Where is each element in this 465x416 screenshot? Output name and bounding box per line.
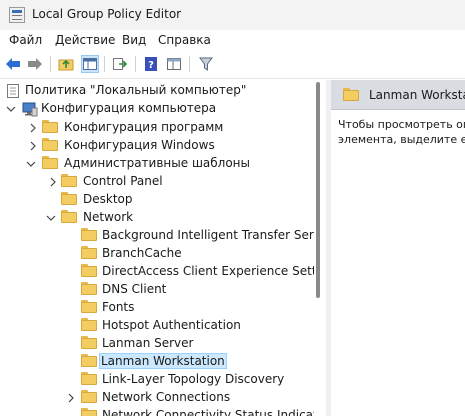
tree-item-dns-client[interactable]: DNS Client xyxy=(0,281,314,299)
tree-item-label: Fonts xyxy=(102,300,135,314)
tree-item-label: Конфигурация Windows xyxy=(64,138,215,152)
menu-file[interactable]: Файл xyxy=(9,33,42,47)
tree-item-label: Desktop xyxy=(83,192,133,206)
toolbar-separator xyxy=(135,56,136,72)
tree-item-software-settings[interactable]: Конфигурация программ xyxy=(0,119,314,137)
chevron-right-icon[interactable] xyxy=(28,141,38,151)
menu-view[interactable]: Вид xyxy=(122,33,146,47)
tree-item-control-panel[interactable]: Control Panel xyxy=(0,173,314,191)
tree-item-bits[interactable]: Background Intelligent Transfer Service xyxy=(0,227,326,245)
tree-item-label: Network Connectivity Status Indicator xyxy=(102,408,326,416)
details-description: Чтобы просмотреть оп элемента, выделите … xyxy=(338,117,465,147)
tree-item-label: Политика "Локальный компьютер" xyxy=(25,83,247,97)
forward-icon[interactable] xyxy=(26,55,44,73)
tree-item-label: Конфигурация программ xyxy=(64,120,224,134)
tree-item-admin-templates[interactable]: Административные шаблоны xyxy=(0,155,314,173)
group-policy-editor-icon xyxy=(9,7,25,23)
console-tree: Политика "Локальный компьютер" Конфигура… xyxy=(0,80,326,416)
title-bar: Local Group Policy Editor xyxy=(0,0,465,30)
chevron-down-icon[interactable] xyxy=(26,159,36,169)
svg-text:?: ? xyxy=(148,60,154,71)
tree-item-label: Network xyxy=(83,210,134,224)
back-icon[interactable] xyxy=(4,55,22,73)
tree-item-label: Lanman Workstation xyxy=(99,353,227,369)
details-title: Lanman Workstatio xyxy=(369,88,465,102)
tree-item-hotspot-auth[interactable]: Hotspot Authentication xyxy=(0,317,314,335)
tree-item-label: Hotspot Authentication xyxy=(102,318,241,332)
help-icon[interactable]: ? xyxy=(142,55,160,73)
tree-item-lanman-workstation[interactable]: Lanman Workstation xyxy=(0,353,314,371)
tree-item-label: DNS Client xyxy=(102,282,167,296)
tree-item-label: DirectAccess Client Experience Settings xyxy=(102,264,326,278)
show-hide-tree-icon[interactable] xyxy=(81,55,99,73)
chevron-right-icon[interactable] xyxy=(66,393,76,403)
tree-item-root[interactable]: Политика "Локальный компьютер" xyxy=(0,82,314,100)
tree-item-desktop[interactable]: Desktop xyxy=(0,191,314,209)
toolbar: ? xyxy=(0,51,465,79)
chevron-down-icon[interactable] xyxy=(6,104,16,114)
tree-item-label: Link-Layer Topology Discovery xyxy=(102,372,285,386)
tree-item-label: Lanman Server xyxy=(102,336,194,350)
tree-item-network-connections[interactable]: Network Connections xyxy=(0,389,314,407)
toolbar-separator xyxy=(50,56,51,72)
filter-icon[interactable] xyxy=(197,55,215,73)
tree-item-label: Административные шаблоны xyxy=(64,156,251,170)
details-header: Lanman Workstatio xyxy=(331,80,465,110)
toolbar-separator xyxy=(104,56,105,72)
details-description-line: элемента, выделите его xyxy=(338,133,465,146)
tree-item-network[interactable]: Network xyxy=(0,209,314,227)
tree-item-directaccess[interactable]: DirectAccess Client Experience Settings xyxy=(0,263,326,281)
tree-item-computer-config[interactable]: Конфигурация компьютера xyxy=(0,100,314,118)
tree-item-ncsi[interactable]: Network Connectivity Status Indicator xyxy=(0,407,326,416)
tree-item-label: Control Panel xyxy=(83,174,163,188)
tree-item-label: Background Intelligent Transfer Service xyxy=(102,228,326,242)
details-pane: Lanman Workstatio Чтобы просмотреть оп э… xyxy=(331,80,465,416)
tree-item-label: Конфигурация компьютера xyxy=(41,101,217,115)
menu-help[interactable]: Справка xyxy=(158,33,211,47)
tree-item-branchcache[interactable]: BranchCache xyxy=(0,245,314,263)
toolbar-separator xyxy=(189,56,190,72)
console-properties-icon[interactable] xyxy=(165,55,183,73)
menu-bar: Файл Действие Вид Справка xyxy=(0,30,465,51)
tree-scrollbar-thumb[interactable] xyxy=(316,82,320,298)
chevron-down-icon[interactable] xyxy=(46,213,56,223)
up-folder-icon[interactable] xyxy=(57,55,75,73)
tree-item-lltd[interactable]: Link-Layer Topology Discovery xyxy=(0,371,314,389)
chevron-right-icon[interactable] xyxy=(28,123,38,133)
tree-item-fonts[interactable]: Fonts xyxy=(0,299,314,317)
tree-item-lanman-server[interactable]: Lanman Server xyxy=(0,335,314,353)
export-list-icon[interactable] xyxy=(111,55,129,73)
chevron-right-icon[interactable] xyxy=(48,177,58,187)
tree-item-windows-settings[interactable]: Конфигурация Windows xyxy=(0,137,314,155)
details-description-line: Чтобы просмотреть оп xyxy=(338,118,465,131)
menu-action[interactable]: Действие xyxy=(55,33,115,47)
tree-item-label: BranchCache xyxy=(102,246,182,260)
computer-icon xyxy=(22,101,38,120)
window-title: Local Group Policy Editor xyxy=(32,7,182,21)
tree-item-label: Network Connections xyxy=(102,390,231,404)
